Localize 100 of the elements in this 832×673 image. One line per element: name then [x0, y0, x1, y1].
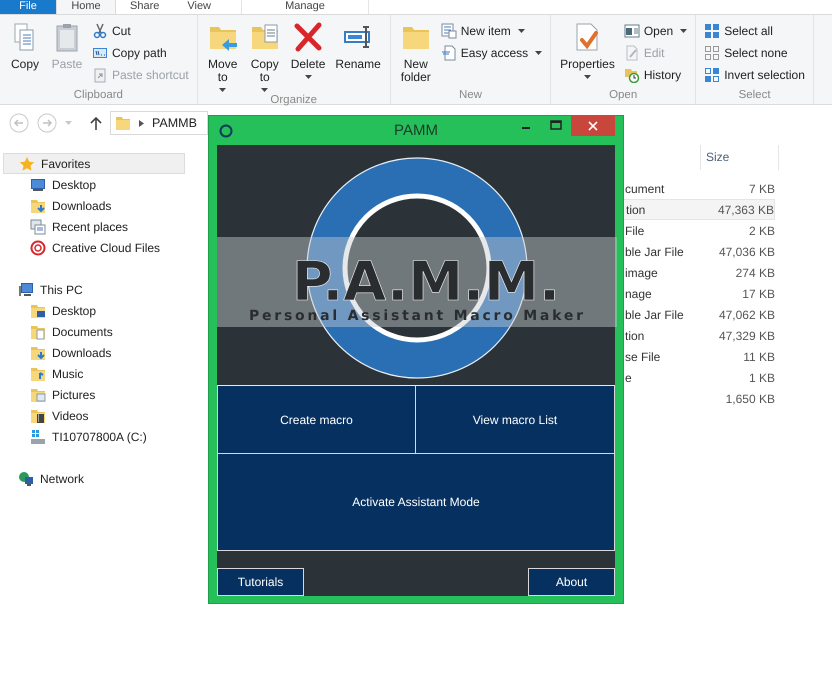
nav-item[interactable]: Recent places: [0, 216, 205, 237]
scissors-icon: [92, 23, 108, 39]
pencil-icon: [624, 45, 640, 61]
footer-button[interactable]: Tutorials: [217, 568, 304, 596]
close-button[interactable]: [571, 116, 615, 136]
table-cell: 47,062 KB: [718, 308, 775, 322]
table-cell: 1,650 KB: [726, 392, 775, 406]
ribbon-button[interactable]: Delete: [286, 19, 330, 94]
cross-icon: [292, 21, 324, 53]
ribbon-tab[interactable]: View: [173, 0, 226, 14]
group-label: Open: [608, 89, 638, 103]
circle-icon: [219, 124, 233, 138]
nav-item[interactable]: Desktop: [0, 174, 205, 195]
ribbon-button[interactable]: History: [620, 66, 690, 84]
caret-icon: [680, 29, 688, 33]
ribbon-button[interactable]: Move to: [202, 19, 243, 94]
star-icon: [19, 156, 35, 172]
recent-places-icon: [30, 218, 46, 234]
nav-item[interactable]: Desktop: [0, 300, 205, 321]
ribbon-button[interactable]: Invert selection: [701, 66, 808, 84]
nav-item[interactable]: Music: [0, 363, 205, 384]
table-cell: ble Jar File: [625, 308, 684, 322]
folder-documents-icon: [30, 324, 46, 340]
nav-item[interactable]: Videos: [0, 405, 205, 426]
table-cell: tion: [625, 328, 644, 342]
ribbon-button[interactable]: Copy path: [89, 44, 192, 62]
table-cell: ble Jar File: [625, 244, 684, 258]
chevron-icon: [139, 120, 144, 126]
drive-icon: [30, 428, 46, 444]
folder-videos-icon: [30, 408, 46, 424]
clock-icon: [624, 67, 640, 83]
document-icon: [440, 45, 457, 61]
shortcut-icon: [92, 67, 108, 83]
folder-download-icon: [30, 198, 46, 214]
address-bar[interactable]: PAMMB: [110, 111, 208, 135]
network-icon: [18, 470, 34, 486]
folder-music-icon: [30, 366, 46, 382]
computer-icon: [18, 282, 34, 298]
up-arrow-icon[interactable]: [90, 116, 102, 130]
table-cell: 7 KB: [748, 182, 775, 196]
ribbon-button[interactable]: Select all: [701, 22, 808, 40]
folder-pictures-icon: [30, 386, 46, 402]
nav-item[interactable]: Downloads: [0, 342, 205, 363]
nav-item[interactable]: TI10707800A (C:): [0, 426, 205, 447]
menu-button[interactable]: Activate Assistant Mode: [217, 454, 615, 551]
table-cell: File: [625, 224, 644, 238]
ribbon-tab[interactable]: Home: [56, 0, 116, 14]
caret-icon: [219, 88, 226, 92]
table-cell: 1 KB: [748, 370, 775, 384]
group-label: Organize: [269, 94, 318, 108]
column-header[interactable]: Size: [700, 145, 779, 170]
ribbon-tab[interactable]: Share: [116, 0, 174, 14]
caret-icon: [518, 29, 525, 33]
window-title: PAMM: [394, 122, 438, 139]
breadcrumb[interactable]: PAMMB: [152, 116, 197, 130]
ribbon-button[interactable]: Properties: [556, 19, 619, 89]
ribbon-button[interactable]: Copy: [5, 19, 45, 89]
table-cell: tion: [626, 202, 646, 216]
ribbon-button[interactable]: Copy to: [244, 19, 285, 94]
caret-icon: [261, 88, 268, 92]
ribbon-button[interactable]: Cut: [89, 22, 192, 40]
ribbon-tab[interactable]: File: [0, 0, 56, 14]
caret-icon: [535, 51, 542, 55]
menu-button[interactable]: View macro List: [416, 386, 615, 454]
nav-item[interactable]: Network: [0, 468, 205, 489]
footer-button[interactable]: About: [528, 568, 615, 596]
ribbon-button[interactable]: New folder: [396, 19, 436, 89]
mixed-squares-icon: [704, 67, 720, 83]
table-cell: 47,363 KB: [718, 202, 774, 216]
group-label: Clipboard: [72, 89, 124, 103]
ribbon-button[interactable]: Easy access: [438, 44, 546, 62]
nav-item[interactable]: Documents: [0, 321, 205, 342]
nav-item[interactable]: Favorites: [3, 153, 185, 174]
table-cell: 2 KB: [748, 224, 775, 238]
nav-item[interactable]: Pictures: [0, 384, 205, 405]
caret-icon: [304, 75, 312, 79]
folder-desktop-icon: [30, 302, 46, 318]
nav-item[interactable]: This PC: [0, 279, 205, 300]
empty-squares-icon: [704, 45, 720, 61]
menu-button[interactable]: Create macro: [217, 386, 416, 454]
table-cell: 274 KB: [736, 266, 775, 280]
folder-icon: [115, 115, 131, 131]
squares-icon: [704, 23, 720, 39]
ribbon-button[interactable]: New item: [438, 22, 546, 40]
ribbon-button[interactable]: Select none: [701, 44, 808, 62]
folder-download-icon: [30, 344, 46, 360]
group-label: New: [458, 89, 483, 103]
table-cell: 47,329 KB: [718, 328, 775, 342]
ribbon-button[interactable]: Open: [620, 22, 690, 40]
group-label: Select: [738, 89, 772, 103]
close-icon: [588, 121, 598, 131]
table-cell: 11 KB: [743, 350, 775, 364]
ribbon-button[interactable]: Rename: [331, 19, 385, 94]
nav-item[interactable]: Downloads: [0, 195, 205, 216]
table-cell: e: [625, 370, 632, 384]
nav-item[interactable]: Creative Cloud Files: [0, 237, 205, 258]
table-cell: 47,036 KB: [718, 244, 775, 258]
table-cell: nage: [625, 286, 652, 300]
table-cell: 17 KB: [742, 286, 775, 300]
caret-icon: [584, 75, 591, 79]
